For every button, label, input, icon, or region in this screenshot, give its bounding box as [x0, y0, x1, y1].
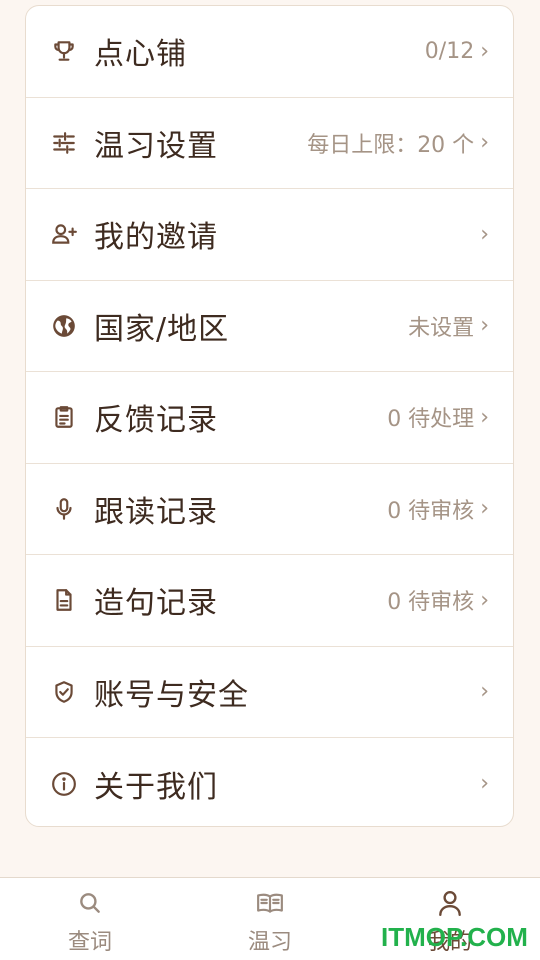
- chevron-right-icon: ›: [480, 771, 489, 797]
- chevron-right-icon: ›: [480, 679, 489, 705]
- menu-item-label: 温习设置: [94, 128, 218, 164]
- chevron-right-icon: ›: [480, 130, 489, 156]
- menu-item-label: 反馈记录: [94, 403, 218, 439]
- menu-item-my-invitations[interactable]: 我的邀请 ›: [26, 189, 513, 281]
- menu-item-label: 跟读记录: [94, 494, 218, 530]
- add-person-icon: [50, 220, 78, 248]
- menu-item-value: 0 待审核: [387, 590, 475, 616]
- menu-item-dessert-shop[interactable]: 点心铺 0/12 ›: [26, 6, 513, 98]
- menu-item-value: 0 待处理: [387, 407, 475, 433]
- tab-label: 查词: [67, 930, 112, 955]
- watermark-logo: ITMOP.COM: [381, 922, 528, 952]
- trophy-icon: [50, 37, 78, 65]
- chevron-right-icon: ›: [480, 38, 489, 64]
- book-icon: [255, 888, 285, 918]
- globe-icon: [50, 312, 78, 340]
- menu-item-label: 我的邀请: [94, 220, 218, 256]
- menu-item-label: 关于我们: [94, 769, 218, 805]
- sliders-icon: [50, 129, 78, 157]
- menu-item-value: 未设置: [408, 315, 475, 341]
- chevron-right-icon: ›: [480, 221, 489, 247]
- menu-item-value: 0/12: [424, 38, 475, 64]
- menu-item-label: 国家/地区: [94, 311, 230, 347]
- info-icon: [50, 770, 78, 798]
- tab-review[interactable]: 温习: [180, 878, 360, 960]
- person-icon: [435, 888, 465, 918]
- shield-check-icon: [50, 678, 78, 706]
- microphone-icon: [50, 495, 78, 523]
- menu-item-label: 账号与安全: [94, 677, 249, 713]
- document-icon: [50, 586, 78, 614]
- chevron-right-icon: ›: [480, 404, 489, 430]
- menu-item-read-along-records[interactable]: 跟读记录 0 待审核 ›: [26, 464, 513, 555]
- menu-item-account-security[interactable]: 账号与安全 ›: [26, 647, 513, 738]
- chevron-right-icon: ›: [480, 313, 489, 339]
- menu-item-review-settings[interactable]: 温习设置 每日上限：20 个 ›: [26, 98, 513, 189]
- menu-item-sentence-records[interactable]: 造句记录 0 待审核 ›: [26, 555, 513, 647]
- menu-item-value: 0 待审核: [387, 498, 475, 524]
- settings-menu-card: 点心铺 0/12 › 温习设置 每日上限：20 个 › 我的邀请 › 国家/地区…: [25, 5, 514, 827]
- tab-lookup[interactable]: 查词: [0, 878, 180, 960]
- chevron-right-icon: ›: [480, 587, 489, 613]
- clipboard-icon: [50, 403, 78, 431]
- menu-item-feedback-records[interactable]: 反馈记录 0 待处理 ›: [26, 372, 513, 464]
- search-icon: [75, 888, 105, 918]
- menu-item-value: 每日上限：20 个: [307, 132, 475, 158]
- chevron-right-icon: ›: [480, 496, 489, 522]
- tab-label: 温习: [247, 930, 292, 955]
- menu-item-label: 点心铺: [94, 37, 187, 73]
- menu-item-country-region[interactable]: 国家/地区 未设置 ›: [26, 281, 513, 372]
- menu-item-label: 造句记录: [94, 586, 218, 622]
- menu-item-about-us[interactable]: 关于我们 ›: [26, 738, 513, 826]
